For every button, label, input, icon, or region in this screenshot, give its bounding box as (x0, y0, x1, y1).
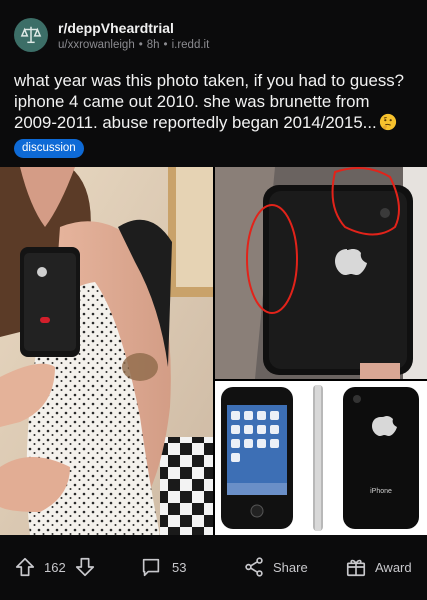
post-title-text: what year was this photo taken, if you h… (14, 71, 404, 132)
subreddit-avatar[interactable] (14, 18, 48, 52)
comment-icon (142, 558, 160, 577)
iphone-logo-text: iPhone (370, 488, 392, 495)
share-label: Share (273, 559, 308, 575)
scales-icon (20, 26, 42, 44)
post-domain[interactable]: i.redd.it (172, 39, 210, 51)
share-icon (245, 557, 263, 577)
post-actions-bar: 162 53 Share Award (0, 535, 427, 600)
thinking-face-emoji (379, 113, 396, 131)
award-label: Award (375, 559, 412, 575)
author-link[interactable]: u/xxrowanleigh (58, 39, 135, 51)
post-flair[interactable]: discussion (14, 139, 84, 158)
downvote-icon[interactable] (74, 556, 96, 578)
post-age: 8h (146, 39, 160, 51)
vote-group: 162 (14, 555, 96, 579)
post-meta: u/xxrowanleigh • 8h • i.redd.it (58, 39, 210, 51)
comment-count: 53 (172, 559, 187, 575)
upvote-icon[interactable] (14, 556, 36, 578)
award-button[interactable]: Award (345, 555, 412, 579)
vote-score: 162 (44, 559, 66, 575)
share-button[interactable]: Share (243, 555, 308, 579)
phone-closeup-photo (215, 167, 427, 379)
subreddit-name[interactable]: r/deppVheardtrial (58, 20, 174, 36)
gift-icon (346, 559, 366, 577)
post-image[interactable]: iPhone (0, 167, 427, 535)
mirror-selfie-photo (0, 167, 213, 535)
post-header: r/deppVheardtrial u/xxrowanleigh • 8h • i.re… (14, 14, 413, 54)
comments-button[interactable]: 53 (140, 555, 186, 579)
post-title[interactable]: what year was this photo taken, if you h… (14, 70, 416, 133)
iphone4-product-image: iPhone (215, 381, 427, 535)
